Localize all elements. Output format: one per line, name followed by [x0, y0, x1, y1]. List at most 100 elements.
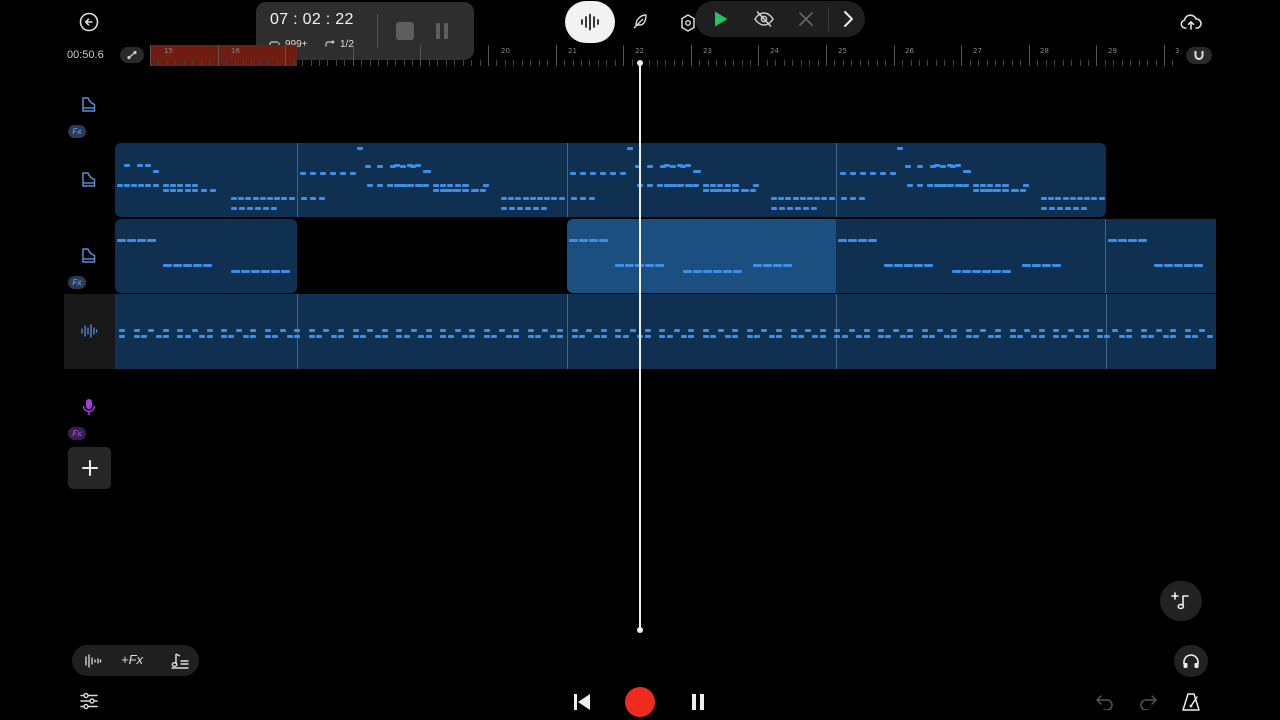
note-block	[905, 165, 911, 168]
pen-mode-button[interactable]	[628, 10, 652, 34]
metronome-button[interactable]	[1179, 690, 1203, 714]
add-track-button[interactable]	[68, 447, 111, 489]
next-button[interactable]	[837, 8, 859, 30]
note-block	[811, 207, 817, 210]
note-block	[778, 197, 784, 200]
note-block	[655, 264, 664, 267]
waveform-mode-button[interactable]	[565, 1, 615, 43]
note-block	[1083, 335, 1089, 338]
undo-button[interactable]	[1093, 691, 1117, 713]
note-block	[207, 329, 213, 332]
node-link-icon	[127, 50, 137, 60]
note-block	[710, 189, 716, 192]
midi-clip[interactable]	[115, 219, 297, 293]
ruler-tick	[606, 60, 608, 66]
track-4-lane	[115, 294, 1216, 369]
note-block	[917, 184, 923, 187]
automation-toggle[interactable]	[120, 47, 144, 63]
note-block	[900, 335, 906, 338]
record-button[interactable]	[625, 687, 655, 717]
mixer-settings-button[interactable]	[78, 690, 100, 712]
close-button[interactable]	[795, 9, 817, 29]
ruler-tick	[1045, 60, 1047, 66]
cloud-upload-button[interactable]	[1178, 10, 1204, 34]
track-3-fx-badge[interactable]: Fx	[68, 276, 86, 289]
pause-button[interactable]	[686, 690, 710, 714]
note-block	[856, 335, 862, 338]
waveform-tool-button[interactable]	[80, 650, 106, 671]
playhead-bottom-handle[interactable]	[637, 627, 643, 633]
ruler-tick	[411, 60, 413, 66]
note-block	[795, 207, 801, 210]
note-block	[880, 172, 886, 175]
midi-clip-selected[interactable]	[567, 219, 837, 293]
note-block	[807, 197, 813, 200]
ruler-tick	[673, 60, 675, 66]
note-block	[693, 170, 699, 173]
playhead-top-handle[interactable]	[637, 60, 643, 66]
midi-clip[interactable]	[115, 143, 1106, 217]
note-block	[231, 270, 240, 273]
ruler-tick	[488, 45, 489, 66]
note-block	[1185, 329, 1191, 332]
note-block	[137, 239, 146, 242]
track-2-instrument-button[interactable]	[78, 169, 100, 191]
note-block	[525, 207, 531, 210]
track-1-instrument-button[interactable]	[78, 94, 100, 116]
timer-pause-button[interactable]	[432, 21, 452, 41]
note-block	[1042, 264, 1051, 267]
timeline-ruler[interactable]: 15 16 20 21 22 23 24 25 26 27 28 29 3	[150, 45, 1184, 66]
ruler-tick	[1121, 60, 1123, 66]
note-block	[569, 239, 578, 242]
track-1-fx-badge[interactable]: Fx	[68, 125, 86, 138]
track-5-fx-badge[interactable]: Fx	[68, 427, 86, 440]
back-button[interactable]	[78, 11, 100, 33]
note-block	[1002, 270, 1011, 273]
redo-button[interactable]	[1136, 691, 1160, 713]
monitor-button[interactable]	[1174, 645, 1208, 677]
note-block	[1053, 335, 1059, 338]
note-block	[761, 329, 767, 332]
ruler-tick	[876, 60, 878, 66]
midi-clip[interactable]	[836, 219, 1216, 293]
note-block	[1023, 184, 1029, 187]
note-block	[433, 189, 439, 192]
ruler-tick	[1003, 60, 1005, 66]
redo-icon	[1140, 695, 1157, 710]
play-button[interactable]	[709, 8, 733, 30]
pause-icon	[436, 23, 448, 39]
note-block	[717, 184, 723, 187]
track-4-audio-button[interactable]	[78, 321, 100, 341]
playhead[interactable]	[639, 62, 641, 630]
track-3-instrument-button[interactable]	[78, 245, 100, 267]
drum-clip[interactable]	[115, 294, 1216, 369]
note-block	[1010, 335, 1016, 338]
note-block	[316, 335, 322, 338]
note-block	[793, 197, 799, 200]
note-block	[987, 184, 993, 187]
track-2-lane	[115, 143, 1215, 217]
ruler-tick	[1020, 60, 1022, 66]
add-note-button[interactable]	[1160, 581, 1202, 621]
note-block	[615, 335, 621, 338]
track-5-mic-button[interactable]	[79, 397, 99, 417]
snap-magnet-button[interactable]	[1186, 47, 1212, 64]
note-block	[1108, 239, 1117, 242]
note-block	[1141, 329, 1147, 332]
note-block	[572, 329, 578, 332]
hide-button[interactable]	[751, 8, 777, 30]
score-tool-button[interactable]	[168, 650, 192, 671]
floating-playback-bar	[695, 1, 865, 37]
note-block	[791, 335, 797, 338]
note-block	[207, 335, 213, 338]
add-fx-button[interactable]: +Fx	[121, 652, 143, 667]
ruler-tick	[513, 60, 515, 66]
stop-button[interactable]	[396, 22, 414, 40]
note-block	[937, 329, 943, 332]
ruler-tick	[1037, 60, 1039, 66]
note-block	[340, 172, 346, 175]
note-block	[732, 329, 738, 332]
note-block	[271, 270, 280, 273]
skip-to-start-button[interactable]	[569, 690, 595, 714]
note-block	[907, 184, 913, 187]
